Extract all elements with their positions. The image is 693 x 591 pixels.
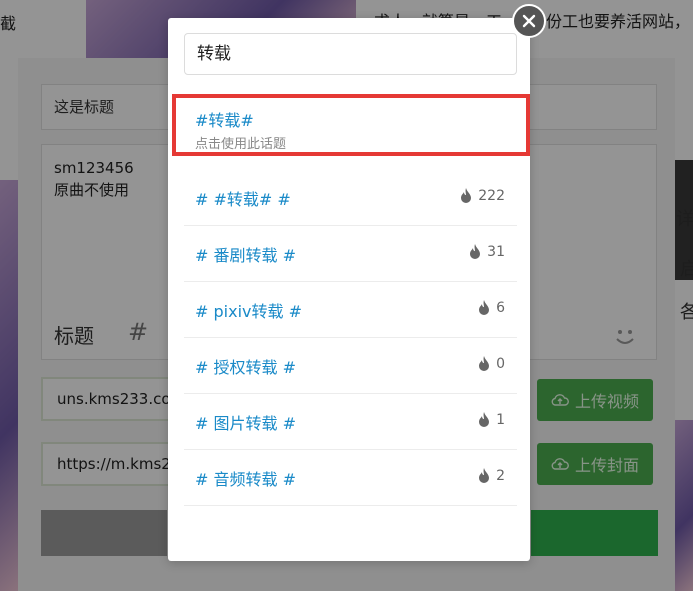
topic-count: 2	[496, 468, 505, 484]
submit-button[interactable]	[531, 510, 658, 556]
topic-name: # 番剧转载 #	[195, 246, 296, 265]
topic-heat: 6	[478, 300, 505, 316]
topic-list-item[interactable]: # #转载# # 222	[184, 170, 517, 226]
topic-list-item[interactable]: # 番剧转载 # 31	[184, 226, 517, 282]
upload-cover-button[interactable]: 上传封面	[537, 443, 653, 485]
upload-cover-label: 上传封面	[574, 456, 639, 475]
cloud-upload-icon	[551, 394, 569, 406]
flame-icon	[461, 188, 472, 203]
close-icon	[522, 14, 536, 28]
topic-list-item[interactable]: # 图片转载 # 1	[184, 394, 517, 450]
topic-count: 1	[496, 412, 505, 428]
flame-icon	[479, 468, 490, 483]
topic-heat: 2	[478, 468, 505, 484]
topic-list-item[interactable]: # pixiv转载 # 6	[184, 282, 517, 338]
cloud-upload-icon	[551, 458, 569, 470]
topic-name: # 音频转载 #	[195, 470, 296, 489]
close-button[interactable]	[512, 4, 546, 38]
topic-count: 31	[487, 244, 505, 260]
flame-icon	[479, 412, 490, 427]
flame-icon	[479, 356, 490, 371]
topic-count: 0	[496, 356, 505, 372]
upload-video-label: 上传视频	[574, 392, 639, 411]
topic-name: # 授权转载 #	[195, 358, 296, 377]
topic-heat: 0	[478, 356, 505, 372]
topic-heat: 1	[478, 412, 505, 428]
cancel-button[interactable]	[41, 510, 167, 556]
topic-count: 6	[496, 300, 505, 316]
use-topic-title: #转载#	[195, 111, 254, 130]
topic-name: # #转载# #	[195, 190, 291, 209]
use-topic-option[interactable]: #转载# 点击使用此话题	[172, 94, 530, 156]
title-toolbar-label[interactable]: 标题	[54, 320, 94, 349]
topic-heat: 31	[469, 244, 505, 260]
flame-icon	[470, 244, 481, 259]
topic-search-input[interactable]: 转载	[184, 33, 517, 75]
topic-list-item[interactable]: # 音频转载 # 2	[184, 450, 517, 506]
topic-heat: 222	[460, 188, 505, 204]
smile-icon[interactable]	[611, 322, 639, 350]
topic-name: # 图片转载 #	[195, 414, 296, 433]
topic-name: # pixiv转载 #	[195, 302, 302, 321]
topic-list-item[interactable]: # 授权转载 # 0	[184, 338, 517, 394]
use-topic-hint: 点击使用此话题	[195, 137, 287, 152]
upload-video-button[interactable]: 上传视频	[537, 379, 653, 421]
flame-icon	[479, 300, 490, 315]
topic-count: 222	[478, 188, 505, 204]
hashtag-button[interactable]: #	[128, 318, 148, 346]
